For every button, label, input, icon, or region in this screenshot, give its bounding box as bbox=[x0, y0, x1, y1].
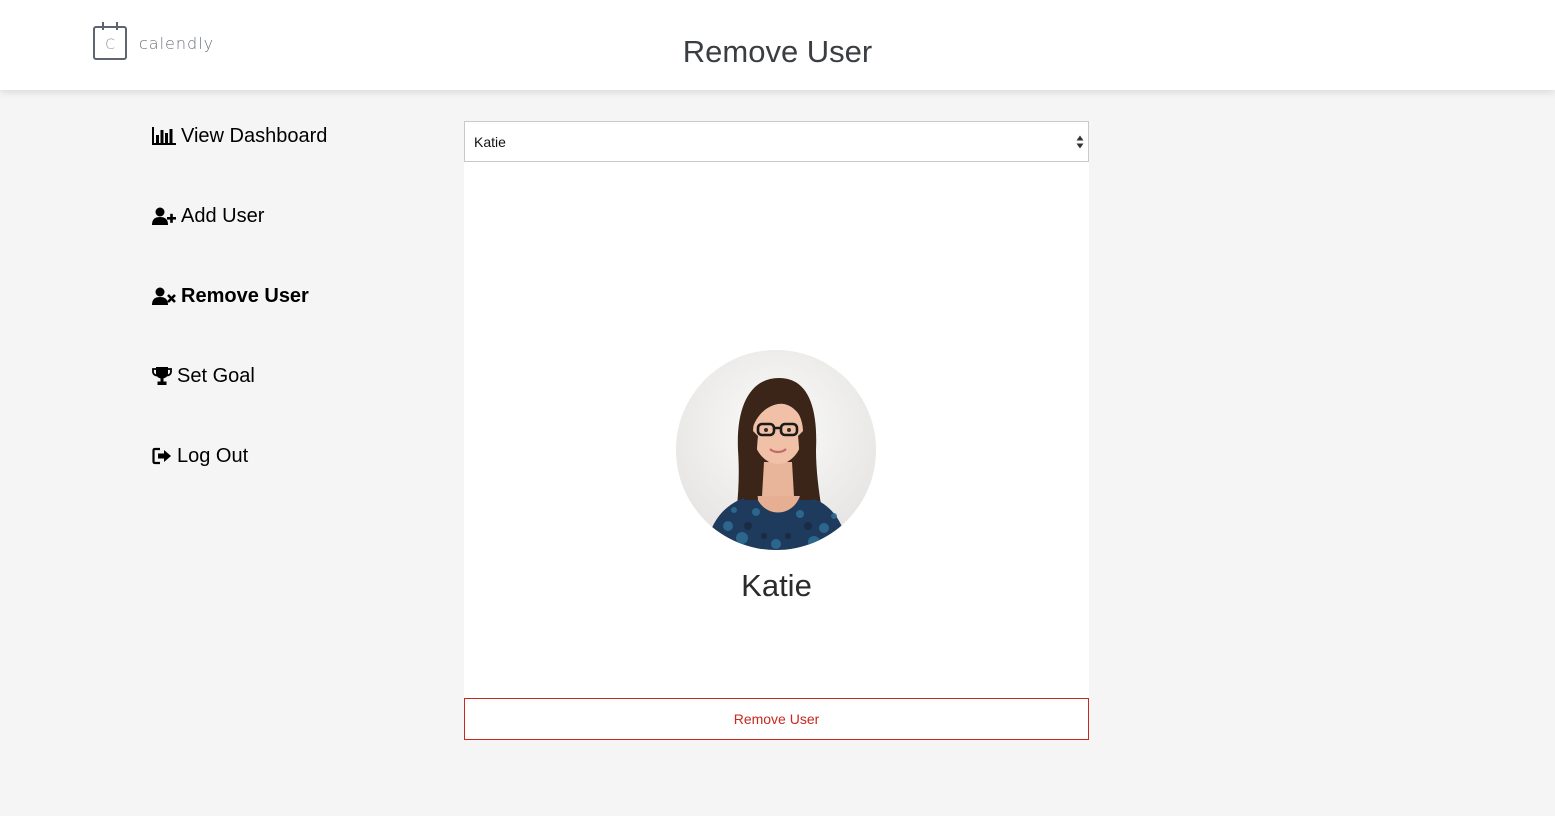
user-plus-icon bbox=[151, 204, 177, 228]
user-select-value: Katie bbox=[474, 133, 506, 150]
remove-user-button[interactable]: Remove User bbox=[464, 698, 1089, 740]
sidebar-item-label: Add User bbox=[181, 204, 265, 227]
user-select[interactable]: Katie bbox=[464, 121, 1089, 162]
sidebar-nav: View Dashboard Add User Remove User Set … bbox=[151, 120, 411, 520]
avatar bbox=[676, 350, 876, 550]
user-name: Katie bbox=[741, 568, 812, 603]
trophy-icon bbox=[151, 364, 173, 388]
sidebar-item-remove-user[interactable]: Remove User bbox=[151, 280, 411, 312]
sidebar-item-label: Log Out bbox=[177, 444, 249, 467]
sidebar-item-label: Set Goal bbox=[177, 364, 255, 387]
sidebar-item-log-out[interactable]: Log Out bbox=[151, 440, 411, 472]
sign-out-icon bbox=[151, 444, 173, 468]
sidebar-item-label: Remove User bbox=[181, 284, 309, 307]
sidebar-item-label: View Dashboard bbox=[181, 124, 328, 147]
select-arrows-icon bbox=[1076, 134, 1084, 150]
sidebar-item-set-goal[interactable]: Set Goal bbox=[151, 360, 411, 392]
user-times-icon bbox=[151, 284, 177, 308]
sidebar-item-add-user[interactable]: Add User bbox=[151, 200, 411, 232]
sidebar-item-view-dashboard[interactable]: View Dashboard bbox=[151, 120, 411, 152]
page-title: Remove User bbox=[682, 34, 873, 69]
app-header: C calendly Remove User bbox=[0, 0, 1555, 90]
avatar-photo bbox=[676, 350, 876, 550]
bar-chart-icon bbox=[151, 124, 177, 148]
remove-user-panel: Katie Katie bbox=[464, 121, 1089, 698]
